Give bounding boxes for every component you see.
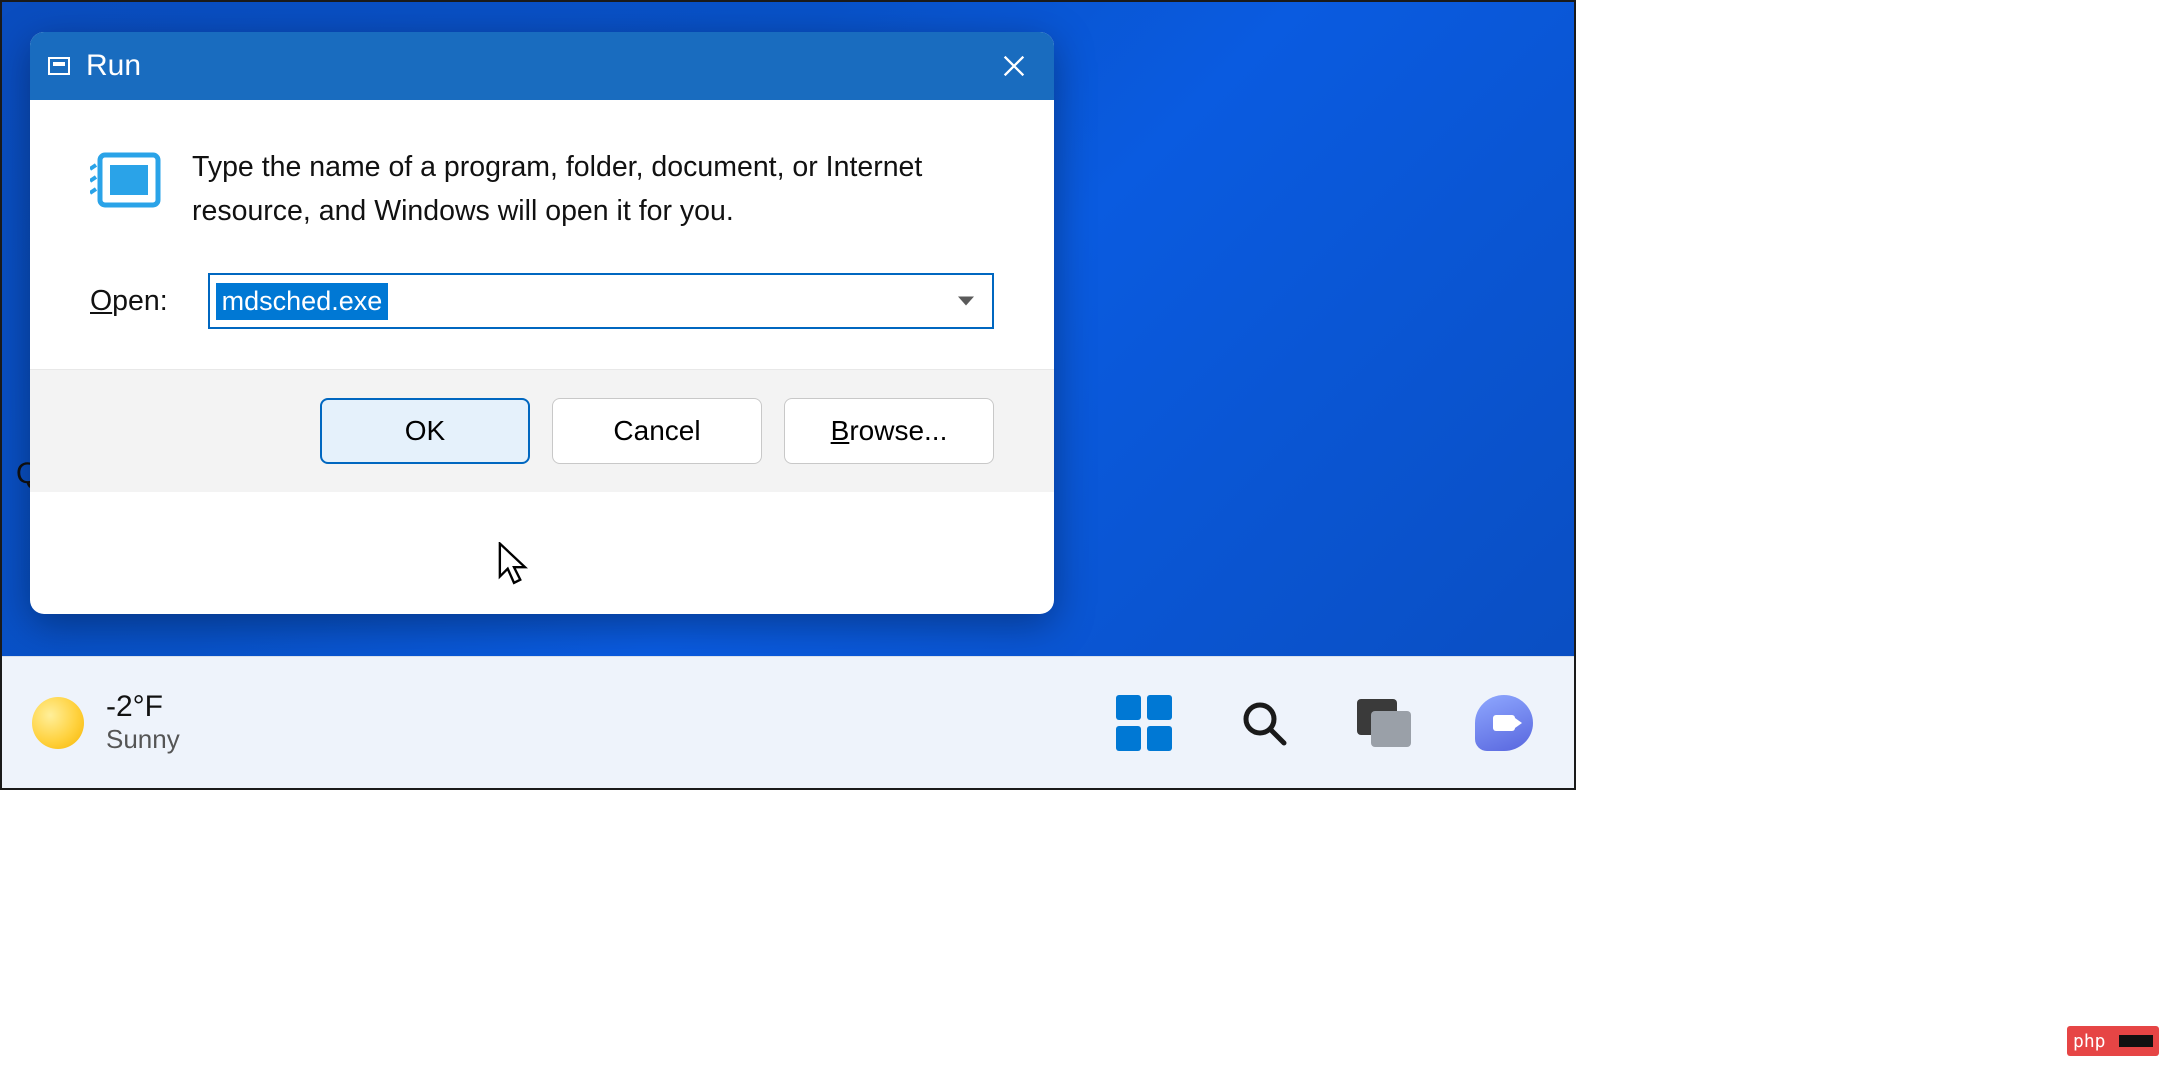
dialog-description: Type the name of a program, folder, docu… <box>192 145 994 233</box>
chat-icon <box>1475 695 1533 751</box>
open-label: Open: <box>90 285 168 318</box>
taskbar-icons <box>1114 693 1544 753</box>
windows-logo-icon <box>1116 695 1172 751</box>
window-title: Run <box>86 49 141 83</box>
ok-button[interactable]: OK <box>320 398 530 464</box>
sun-icon <box>32 697 84 749</box>
run-icon <box>48 57 70 75</box>
cancel-button[interactable]: Cancel <box>552 398 762 464</box>
task-view-icon <box>1357 699 1411 747</box>
taskbar[interactable]: -2°F Sunny <box>2 656 1574 788</box>
weather-widget[interactable]: -2°F Sunny <box>32 690 180 755</box>
start-button[interactable] <box>1114 693 1174 753</box>
close-button[interactable] <box>980 32 1048 100</box>
browse-button[interactable]: Browse... <box>784 398 994 464</box>
search-icon <box>1240 699 1288 747</box>
open-row: Open: mdsched.exe <box>30 273 1054 369</box>
weather-temperature: -2°F <box>106 690 180 724</box>
chat-button[interactable] <box>1474 693 1534 753</box>
button-row: OK Cancel Browse... <box>30 369 1054 492</box>
dialog-body: Type the name of a program, folder, docu… <box>30 100 1054 273</box>
watermark-badge: php <box>2067 1026 2159 1056</box>
run-dialog: Run Type the name of a program, folder, … <box>30 32 1054 614</box>
weather-condition: Sunny <box>106 724 180 755</box>
chevron-down-icon[interactable] <box>958 297 974 306</box>
close-icon <box>1000 52 1028 80</box>
titlebar[interactable]: Run <box>30 32 1054 100</box>
search-button[interactable] <box>1234 693 1294 753</box>
task-view-button[interactable] <box>1354 693 1414 753</box>
open-input[interactable]: mdsched.exe <box>208 273 994 329</box>
open-input-value: mdsched.exe <box>216 283 389 320</box>
run-dialog-icon <box>90 151 162 211</box>
cursor-icon <box>498 542 530 586</box>
